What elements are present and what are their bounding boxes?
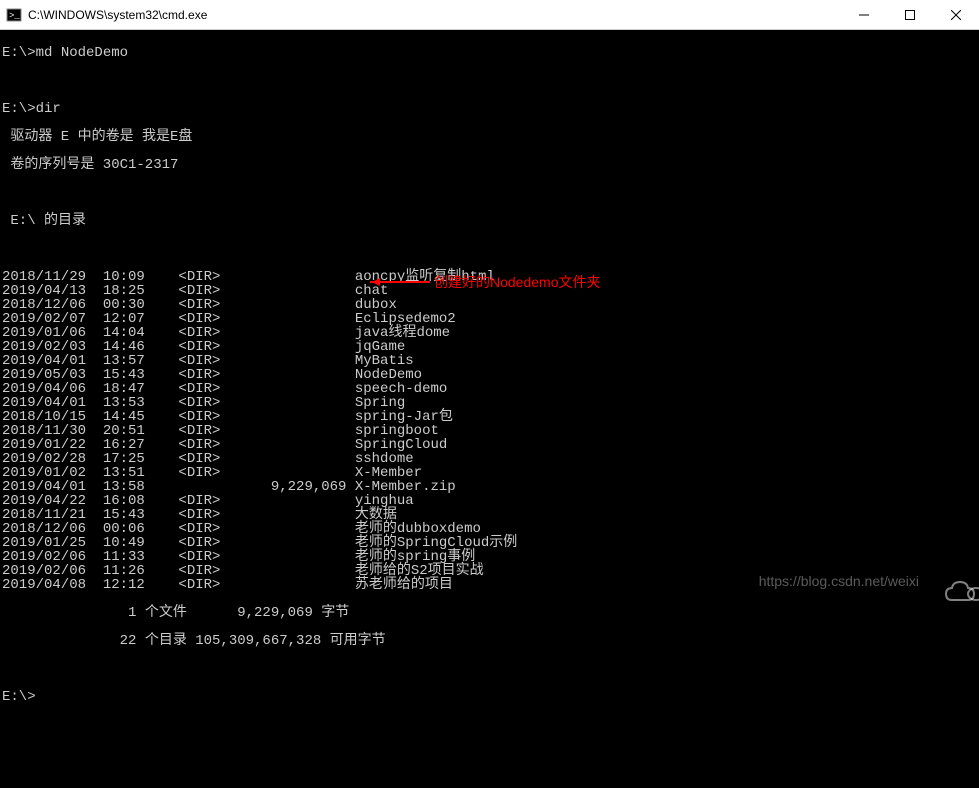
command-line: E:\>dir — [2, 102, 977, 116]
summary-files: 1 个文件 9,229,069 字节 — [2, 606, 977, 620]
command-text: dir — [36, 101, 61, 117]
directory-entry: 2018/11/30 20:51 <DIR> springboot — [2, 424, 977, 438]
svg-text:>_: >_ — [9, 11, 20, 21]
arrow-icon — [370, 281, 430, 283]
watermark-text: https://blog.csdn.net/weixi — [759, 574, 919, 588]
directory-entry: 2019/02/28 17:25 <DIR> sshdome — [2, 452, 977, 466]
directory-entry: 2018/12/06 00:30 <DIR> dubox — [2, 298, 977, 312]
directory-entry: 2019/01/06 14:04 <DIR> java线程dome — [2, 326, 977, 340]
cloud-logo — [923, 562, 971, 594]
window-title: C:\WINDOWS\system32\cmd.exe — [28, 8, 841, 22]
volume-info: 驱动器 E 中的卷是 我是E盘 — [2, 130, 977, 144]
titlebar: >_ C:\WINDOWS\system32\cmd.exe — [0, 0, 979, 30]
directory-header: E:\ 的目录 — [2, 214, 977, 228]
serial-info: 卷的序列号是 30C1-2317 — [2, 158, 977, 172]
command-line: E:\> — [2, 690, 977, 704]
maximize-button[interactable] — [887, 0, 933, 30]
directory-entry: 2019/01/25 10:49 <DIR> 老师的SpringCloud示例 — [2, 536, 977, 550]
directory-entry: 2019/04/01 13:53 <DIR> Spring — [2, 396, 977, 410]
directory-entry: 2019/02/06 11:33 <DIR> 老师的spring事例 — [2, 550, 977, 564]
directory-entry: 2018/10/15 14:45 <DIR> spring-Jar包 — [2, 410, 977, 424]
annotation-text: 创建好的Nodedemo文件夹 — [434, 275, 601, 289]
summary-dirs: 22 个目录 105,309,667,328 可用字节 — [2, 634, 977, 648]
command-text: md NodeDemo — [36, 45, 128, 61]
directory-entry: 2019/01/22 16:27 <DIR> SpringCloud — [2, 438, 977, 452]
prompt: E:\> — [2, 689, 36, 705]
prompt: E:\> — [2, 45, 36, 61]
directory-entry: 2019/04/06 18:47 <DIR> speech-demo — [2, 382, 977, 396]
directory-entry: 2018/12/06 00:06 <DIR> 老师的dubboxdemo — [2, 522, 977, 536]
prompt: E:\> — [2, 101, 36, 117]
directory-entry: 2019/04/01 13:57 <DIR> MyBatis — [2, 354, 977, 368]
directory-entry: 2019/04/22 16:08 <DIR> yinghua — [2, 494, 977, 508]
close-button[interactable] — [933, 0, 979, 30]
directory-entry: 2018/11/21 15:43 <DIR> 大数据 — [2, 508, 977, 522]
cmd-icon: >_ — [6, 7, 22, 23]
directory-entry: 2019/05/03 15:43 <DIR> NodeDemo — [2, 368, 977, 382]
minimize-button[interactable] — [841, 0, 887, 30]
terminal-output[interactable]: E:\>md NodeDemo E:\>dir 驱动器 E 中的卷是 我是E盘 … — [0, 30, 979, 606]
directory-entry: 2019/01/02 13:51 <DIR> X-Member — [2, 466, 977, 480]
window-controls — [841, 0, 979, 30]
directory-entry: 2019/04/01 13:58 9,229,069 X-Member.zip — [2, 480, 977, 494]
annotation-callout: 创建好的Nodedemo文件夹 — [370, 275, 601, 289]
directory-entry: 2019/02/07 12:07 <DIR> Eclipsedemo2 — [2, 312, 977, 326]
directory-entry: 2019/02/03 14:46 <DIR> jqGame — [2, 340, 977, 354]
command-line: E:\>md NodeDemo — [2, 46, 977, 60]
